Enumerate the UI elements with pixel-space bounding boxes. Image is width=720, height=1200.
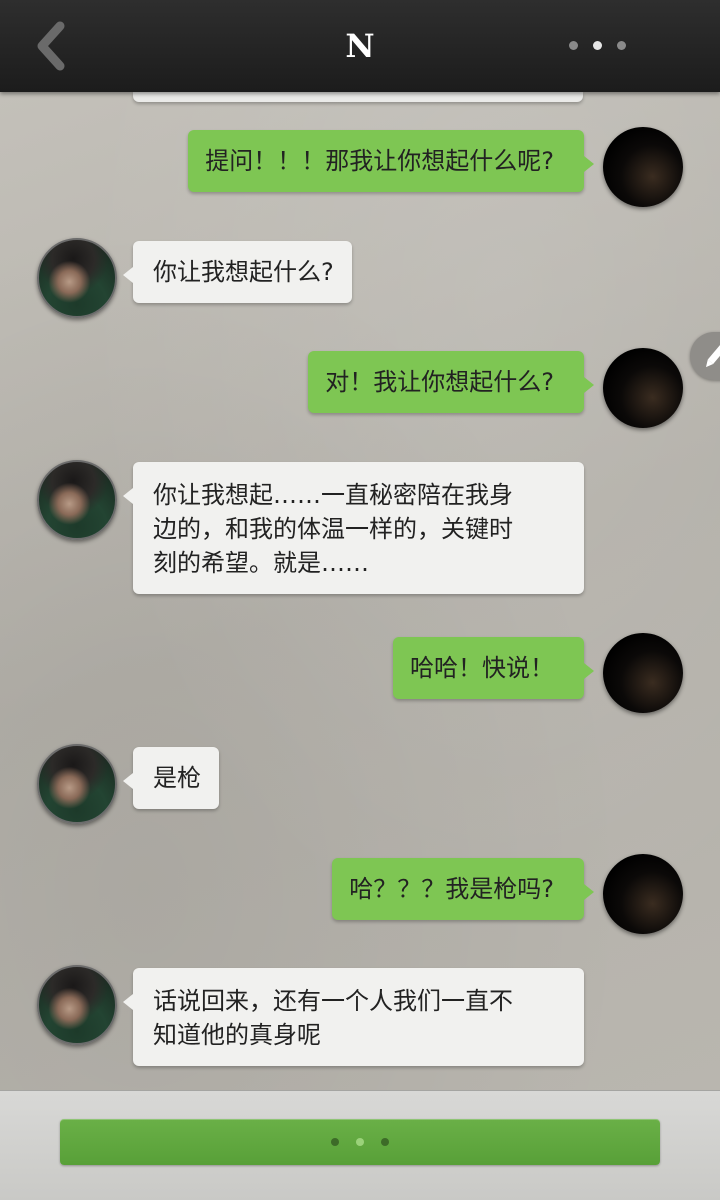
contact-avatar[interactable] bbox=[37, 744, 117, 824]
message-text-line: 边的，和我的体温一样的，关键时 bbox=[153, 515, 513, 543]
my-avatar[interactable] bbox=[603, 633, 683, 713]
message-text-line: 知道他的真身呢 bbox=[153, 1021, 321, 1049]
contact-avatar[interactable] bbox=[37, 238, 117, 318]
message-text-line: 话说回来，还有一个人我们一直不 bbox=[153, 987, 513, 1015]
pencil-icon bbox=[705, 342, 720, 368]
message-text: 对！我让你想起什么? bbox=[325, 368, 554, 396]
message-text-line: 你让我想起……一直秘密陪在我身 bbox=[153, 481, 513, 509]
incoming-message: 是枪 bbox=[123, 747, 219, 809]
top-bar: N bbox=[0, 0, 720, 92]
loading-dots-icon bbox=[381, 1138, 389, 1146]
outgoing-message: 提问！！！那我让你想起什么呢? bbox=[188, 130, 594, 192]
message-text: 是枪 bbox=[153, 764, 201, 792]
previous-message-bubble bbox=[133, 92, 583, 102]
more-dots-icon bbox=[593, 41, 602, 50]
more-dots-icon bbox=[569, 41, 578, 50]
chat-history[interactable]: 提问！！！那我让你想起什么呢? 你让我想起什么? 对！我让你想起什么? 你让我想… bbox=[0, 92, 720, 1090]
message-text: 哈？？？我是枪吗? bbox=[349, 875, 554, 903]
incoming-message: 话说回来，还有一个人我们一直不 知道他的真身呢 bbox=[123, 968, 584, 1066]
continue-button[interactable] bbox=[60, 1119, 660, 1165]
contact-avatar[interactable] bbox=[37, 460, 117, 540]
loading-dots-icon bbox=[356, 1138, 364, 1146]
bottom-bar bbox=[0, 1090, 720, 1200]
my-avatar[interactable] bbox=[603, 854, 683, 934]
incoming-message: 你让我想起……一直秘密陪在我身 边的，和我的体温一样的，关键时 刻的希望。就是…… bbox=[123, 462, 584, 594]
incoming-message: 你让我想起什么? bbox=[123, 241, 352, 303]
message-text: 哈哈！快说！ bbox=[410, 654, 554, 682]
loading-dots-icon bbox=[331, 1138, 339, 1146]
outgoing-message: 哈哈！快说！ bbox=[393, 637, 594, 699]
outgoing-message: 哈？？？我是枪吗? bbox=[332, 858, 594, 920]
message-text-line: 刻的希望。就是…… bbox=[153, 549, 369, 577]
more-dots-icon bbox=[617, 41, 626, 50]
more-options-button[interactable] bbox=[560, 28, 640, 64]
my-avatar[interactable] bbox=[603, 127, 683, 207]
message-text: 提问！！！那我让你想起什么呢? bbox=[205, 147, 554, 175]
my-avatar[interactable] bbox=[603, 348, 683, 428]
contact-avatar[interactable] bbox=[37, 965, 117, 1045]
message-text: 你让我想起什么? bbox=[153, 258, 334, 286]
outgoing-message: 对！我让你想起什么? bbox=[308, 351, 594, 413]
